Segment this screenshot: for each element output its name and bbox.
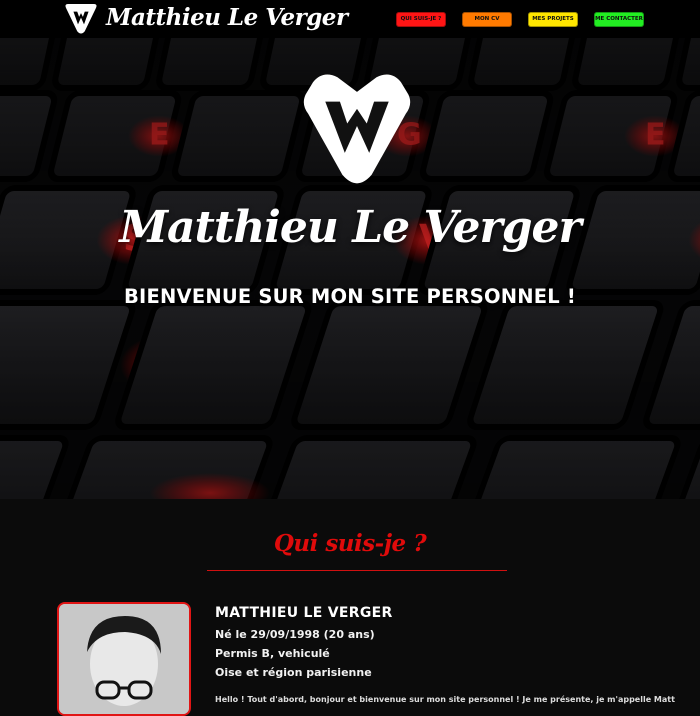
profile-info: MATTHIEU LE VERGER Né le 29/09/1998 (20 …	[215, 605, 393, 682]
profile-photo-illustration	[59, 604, 189, 714]
nav-button-me-contacter[interactable]: Me contacter	[594, 12, 644, 27]
title-divider	[207, 570, 507, 571]
license-info: Permis B, vehiculé	[215, 647, 330, 660]
about-title: Qui suis-je ?	[273, 530, 427, 557]
hero-logo-icon	[303, 74, 411, 184]
hero-section: EGEGSVSVXX Matthieu Le Verger BIENVENUE …	[0, 38, 700, 499]
nav-button-mes-projets[interactable]: Mes projets	[528, 12, 578, 27]
nav-button-mon-cv[interactable]: Mon CV	[462, 12, 512, 27]
top-navbar: Matthieu Le Verger Qui suis-je ? Mon CV …	[0, 0, 700, 38]
hero-tagline: BIENVENUE SUR MON SITE PERSONNEL !	[123, 285, 577, 308]
profile-photo	[57, 602, 191, 716]
nav-button-qui-suis-je[interactable]: Qui suis-je ?	[396, 12, 446, 27]
location-info: Oise et région parisienne	[215, 666, 372, 679]
hero-name: Matthieu Le Verger	[119, 202, 581, 253]
profile-name: MATTHIEU LE VERGER	[215, 605, 393, 621]
brand-logo-icon[interactable]	[62, 1, 100, 35]
about-section: Qui suis-je ? MATTHIEU LE VERGER Né le 2…	[0, 499, 700, 716]
birth-date: Né le 29/09/1998 (20 ans)	[215, 628, 375, 641]
brand-name[interactable]: Matthieu Le Verger	[106, 4, 348, 31]
